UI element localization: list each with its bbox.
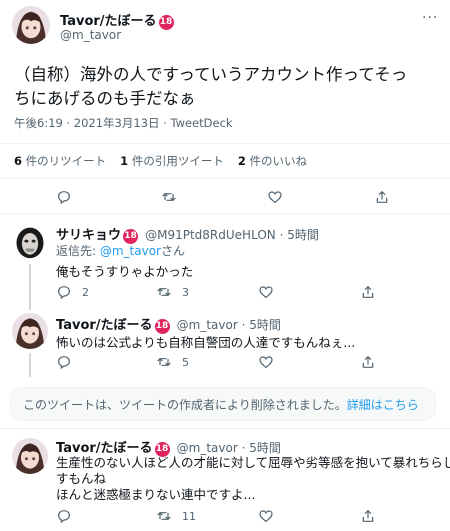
divider xyxy=(0,213,450,214)
thread-line xyxy=(29,264,31,310)
reply-to-handle-link[interactable]: @m_tavor xyxy=(100,244,161,258)
like-button[interactable] xyxy=(267,189,283,205)
heart-icon xyxy=(259,510,273,523)
reply-to-prefix: 返信先: xyxy=(56,244,100,258)
heart-icon xyxy=(259,356,273,369)
details-link[interactable]: 詳細はこちら xyxy=(347,396,419,413)
divider xyxy=(0,428,450,429)
reply-icon xyxy=(58,510,70,524)
reply-text: 怖いのは公式よりも自称自警団の人達ですもんねぇ... xyxy=(56,335,356,350)
r18-badge-icon: 18 xyxy=(158,15,174,30)
tweet-timestamp[interactable]: 午後6:19 · 2021年3月13日 · TweetDeck xyxy=(14,115,233,131)
author-name-text[interactable]: サリキョウ xyxy=(56,228,121,243)
reply-text-line: すもんね xyxy=(56,471,107,486)
author-name[interactable]: Tavor/たぼーる 18 xyxy=(60,10,174,30)
share-button[interactable] xyxy=(360,508,376,524)
retweet-button[interactable]: 5 xyxy=(156,354,189,370)
divider xyxy=(0,178,450,179)
divider xyxy=(0,143,450,144)
reply-icon xyxy=(58,191,70,205)
retweet-button[interactable]: 3 xyxy=(156,284,189,300)
more-options-icon[interactable]: ··· xyxy=(422,11,438,25)
author-name-text[interactable]: Tavor/たぼーる xyxy=(56,318,153,333)
share-icon xyxy=(362,356,374,368)
avatar[interactable] xyxy=(12,224,48,260)
share-icon xyxy=(376,191,388,203)
reply-text-line: ほんと迷惑極まりない連中ですよ... xyxy=(56,487,256,502)
like-button[interactable] xyxy=(258,508,274,524)
tweet-text-line: ちにあげるのも手だなぁ xyxy=(14,89,196,108)
reply-icon xyxy=(58,356,70,370)
thread-line xyxy=(29,353,31,377)
tweet-text: （自称）海外の人ですっていうアカウント作ってそっ ちにあげるのも手だなぁ xyxy=(14,63,407,111)
retweet-icon xyxy=(157,512,171,520)
tweet-stats: 6 件のリツイート 1 件の引用ツイート 2 件のいいね xyxy=(14,153,307,169)
retweet-count: 3 xyxy=(182,285,189,299)
retweet-button[interactable]: 11 xyxy=(156,508,196,524)
retweet-icon xyxy=(157,288,171,296)
likes-stat[interactable]: 2 件のいいね xyxy=(238,153,307,169)
reply-to-line: 返信先: @m_tavorさん xyxy=(56,242,185,259)
author-handle-time[interactable]: @m_tavor · 5時間 xyxy=(177,318,281,332)
heart-icon xyxy=(268,191,282,204)
retweet-icon xyxy=(162,193,176,201)
author-handle[interactable]: @m_tavor xyxy=(60,28,121,42)
retweets-stat[interactable]: 6 件のリツイート xyxy=(14,153,106,169)
author-handle-time[interactable]: @m_tavor · 5時間 xyxy=(177,441,281,455)
reply-text-line: 生産性のない人ほど人の才能に対して屈辱や劣等感を抱いて暴れちらしま xyxy=(56,455,450,470)
avatar[interactable] xyxy=(12,6,50,44)
retweet-button[interactable] xyxy=(161,189,177,205)
reply-count: 2 xyxy=(82,285,89,299)
heart-icon xyxy=(259,286,273,299)
quotes-stat[interactable]: 1 件の引用ツイート xyxy=(120,153,224,169)
author-name-text[interactable]: Tavor/たぼーる xyxy=(56,441,153,456)
like-button[interactable] xyxy=(258,284,274,300)
reply-button[interactable] xyxy=(56,508,72,524)
reply-button[interactable]: 2 xyxy=(56,284,89,300)
deleted-tweet-text: このツイートは、ツイートの作成者により削除されました。 xyxy=(23,397,347,412)
share-icon xyxy=(362,510,374,522)
tweet-text-line: （自称）海外の人ですっていうアカウント作ってそっ xyxy=(14,65,408,84)
share-icon xyxy=(362,286,374,298)
share-button[interactable] xyxy=(360,284,376,300)
reply-header: Tavor/たぼーる 18 @m_tavor · 5時間 xyxy=(56,314,281,334)
share-button[interactable] xyxy=(374,189,390,205)
reply-header: Tavor/たぼーる 18 @m_tavor · 5時間 xyxy=(56,437,281,457)
avatar[interactable] xyxy=(12,438,48,474)
retweet-count: 11 xyxy=(182,509,196,523)
reply-to-suffix: さん xyxy=(160,244,185,258)
deleted-tweet-notice: このツイートは、ツイートの作成者により削除されました。 詳細はこちら xyxy=(10,387,436,421)
reply-icon xyxy=(58,286,70,300)
reply-button[interactable] xyxy=(56,189,72,205)
retweet-icon xyxy=(157,358,171,366)
reply-button[interactable] xyxy=(56,354,72,370)
reply-text: 俺もそうすりゃよかった xyxy=(56,264,194,279)
reply-text: 生産性のない人ほど人の才能に対して屈辱や劣等感を抱いて暴れちらしま すもんね ほ… xyxy=(56,455,450,503)
reply-header: サリキョウ 18 @M91Ptd8RdUeHLON · 5時間 xyxy=(56,224,319,244)
like-button[interactable] xyxy=(258,354,274,370)
author-handle-time[interactable]: @M91Ptd8RdUeHLON · 5時間 xyxy=(145,228,319,242)
author-name-text[interactable]: Tavor/たぼーる xyxy=(60,14,157,29)
retweet-count: 5 xyxy=(182,355,189,369)
share-button[interactable] xyxy=(360,354,376,370)
avatar[interactable] xyxy=(12,313,48,349)
